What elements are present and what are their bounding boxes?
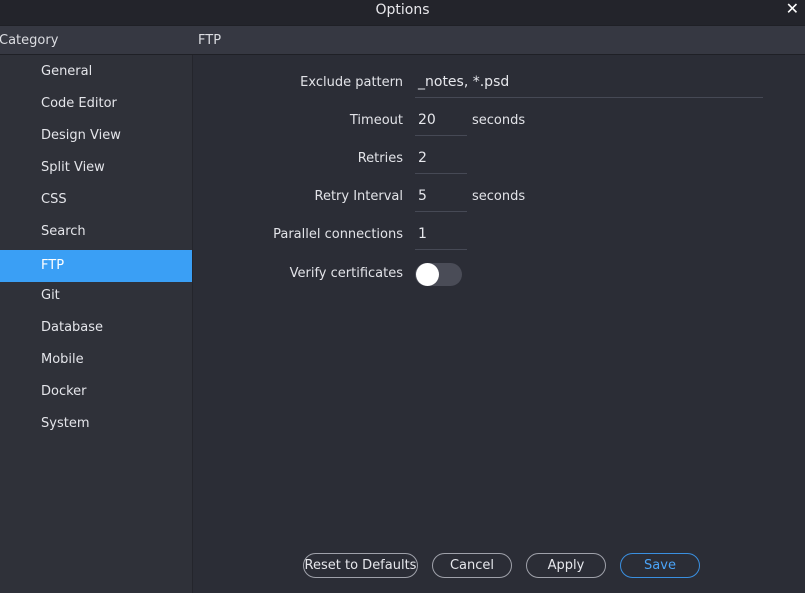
window-title: Options (375, 2, 430, 18)
sidebar-item-label: Mobile (41, 352, 84, 367)
cancel-button[interactable]: Cancel (432, 553, 512, 578)
reset-to-defaults-button[interactable]: Reset to Defaults (303, 553, 418, 578)
close-icon[interactable]: ✕ (786, 0, 799, 18)
retries-input[interactable]: 2 (415, 144, 467, 174)
timeout-input[interactable]: 20 (415, 106, 467, 136)
toggle-knob (416, 263, 439, 286)
ftp-settings-panel: Exclude pattern _notes, *.psd Timeout 20… (193, 55, 805, 593)
sidebar-item-label: Database (41, 320, 104, 335)
sidebar-item-label: Git (41, 288, 60, 303)
sidebar-item-split-view[interactable]: Split View (0, 152, 192, 184)
retries-row: Retries 2 (193, 144, 805, 174)
retry-interval-row: Retry Interval 5 seconds (193, 182, 805, 212)
sidebar-item-label: CSS (41, 192, 67, 207)
verify-certificates-label: Verify certificates (289, 266, 403, 281)
sidebar-item-code-editor[interactable]: Code Editor (0, 88, 192, 120)
title-bar: Options ✕ (0, 0, 805, 25)
parallel-connections-label: Parallel connections (273, 227, 403, 242)
apply-button[interactable]: Apply (526, 553, 606, 578)
sidebar-item-design-view[interactable]: Design View (0, 120, 192, 152)
verify-certificates-toggle[interactable] (415, 263, 462, 286)
section-header: FTP (198, 33, 222, 48)
parallel-connections-input[interactable]: 1 (415, 220, 467, 250)
sidebar-item-css[interactable]: CSS (0, 184, 192, 216)
category-sidebar: General Code Editor Design View Split Vi… (0, 55, 193, 593)
retry-interval-unit: seconds (472, 189, 526, 204)
sidebar-item-label: Design View (41, 128, 121, 143)
category-header: Category (0, 33, 59, 48)
save-button[interactable]: Save (620, 553, 700, 578)
sidebar-item-mobile[interactable]: Mobile (0, 344, 192, 376)
sidebar-item-system[interactable]: System (0, 408, 192, 440)
sidebar-item-label: Code Editor (41, 96, 117, 111)
retries-value: 2 (418, 150, 427, 166)
sidebar-item-label: Search (41, 224, 86, 239)
column-header: Category FTP (0, 25, 805, 55)
sidebar-item-general[interactable]: General (0, 56, 192, 88)
sidebar-item-database[interactable]: Database (0, 312, 192, 344)
retry-interval-label: Retry Interval (314, 189, 404, 204)
sidebar-item-label: Docker (41, 384, 87, 399)
sidebar-item-label: General (41, 64, 93, 79)
sidebar-item-ftp[interactable]: FTP (0, 250, 192, 282)
timeout-label: Timeout (349, 113, 403, 128)
exclude-pattern-row: Exclude pattern _notes, *.psd (193, 68, 805, 98)
exclude-pattern-input[interactable]: _notes, *.psd (415, 68, 763, 98)
timeout-unit: seconds (472, 113, 526, 128)
sidebar-item-search[interactable]: Search (0, 216, 192, 248)
exclude-pattern-label: Exclude pattern (300, 75, 403, 90)
retry-interval-value: 5 (418, 188, 427, 204)
sidebar-item-docker[interactable]: Docker (0, 376, 192, 408)
parallel-connections-value: 1 (418, 226, 427, 242)
sidebar-item-git[interactable]: Git (0, 280, 192, 312)
sidebar-item-label: System (41, 416, 90, 431)
sidebar-item-label: Split View (41, 160, 105, 175)
timeout-row: Timeout 20 seconds (193, 106, 805, 136)
parallel-connections-row: Parallel connections 1 (193, 220, 805, 250)
retry-interval-input[interactable]: 5 (415, 182, 467, 212)
retries-label: Retries (357, 151, 403, 166)
timeout-value: 20 (418, 112, 436, 128)
exclude-pattern-value: _notes, *.psd (418, 74, 510, 90)
verify-certificates-row: Verify certificates (193, 263, 805, 295)
sidebar-item-label: FTP (41, 258, 65, 273)
